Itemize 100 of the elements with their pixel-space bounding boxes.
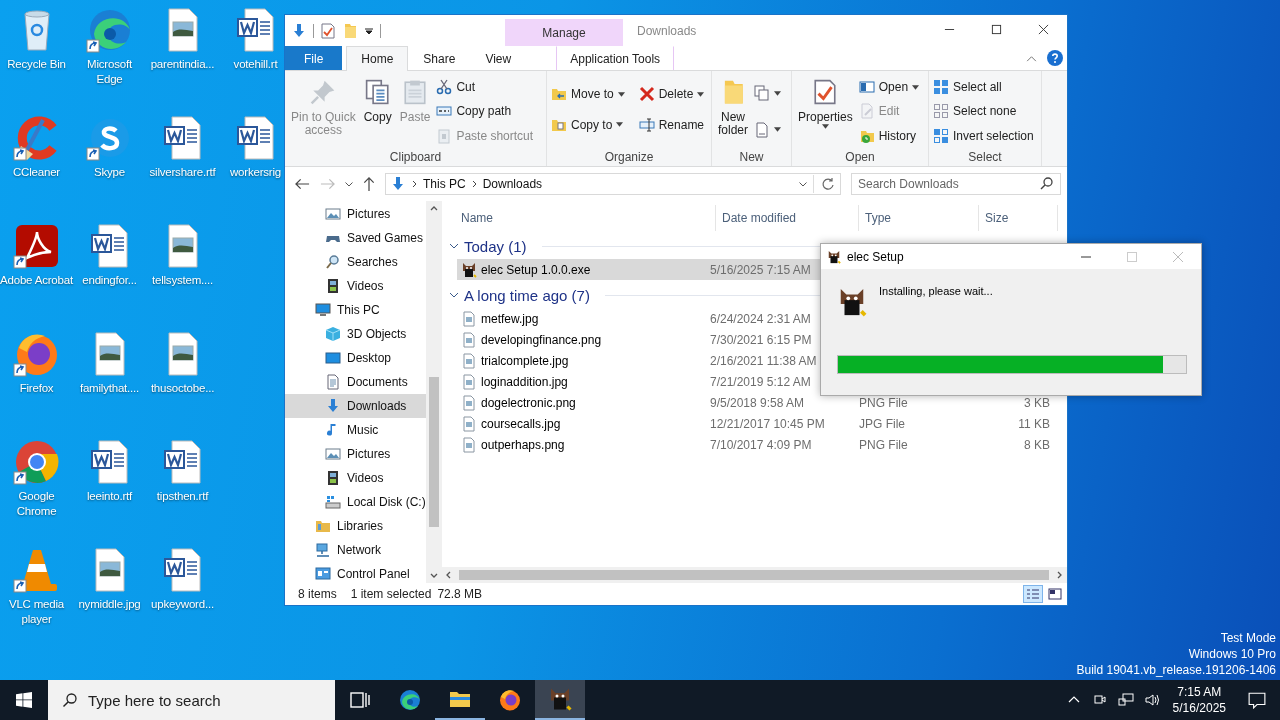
- properties-icon[interactable]: [320, 22, 336, 39]
- download-icon[interactable]: [291, 22, 307, 39]
- ribbon-tab[interactable]: Share: [408, 46, 471, 70]
- ribbon-tab[interactable]: File: [285, 46, 343, 70]
- ribbon-tab[interactable]: Application Tools: [556, 46, 675, 70]
- scrollbar-thumb[interactable]: [459, 570, 1049, 580]
- ribbon-button-label[interactable]: Open: [878, 80, 909, 95]
- navigation-item[interactable]: Videos: [285, 274, 426, 298]
- refresh-icon[interactable]: [820, 176, 836, 192]
- copy-icon[interactable]: [364, 79, 391, 105]
- scissors-icon[interactable]: [436, 79, 453, 96]
- taskbar-button[interactable]: [535, 680, 585, 720]
- search-icon[interactable]: [1039, 176, 1055, 192]
- ribbon-button-label[interactable]: Copy: [363, 111, 392, 124]
- navigation-item[interactable]: Libraries: [285, 514, 426, 538]
- dropdown-arrow-icon[interactable]: [697, 91, 705, 97]
- cat-icon[interactable]: [548, 687, 572, 711]
- navigation-item[interactable]: Local Disk (C:): [285, 490, 426, 514]
- ribbon-button-label[interactable]: Delete: [658, 87, 694, 102]
- delete-icon[interactable]: [638, 86, 655, 103]
- navigation-item[interactable]: Music: [285, 418, 426, 442]
- navigation-item[interactable]: Network: [285, 538, 426, 562]
- file-name: loginaddition.jpg: [481, 374, 568, 389]
- chevron-icon[interactable]: [449, 243, 459, 249]
- clock-date[interactable]: 5/16/2025: [1172, 700, 1226, 716]
- control-panel-icon: [315, 566, 331, 582]
- file-row[interactable]: dogelectronic.png 9/5/2018 9:58 AM PNG File 3 KB: [457, 392, 1058, 413]
- grid-icon[interactable]: [933, 103, 949, 120]
- navigation-item[interactable]: Desktop: [285, 346, 426, 370]
- dropdown-icon[interactable]: [364, 25, 374, 36]
- navigation-item[interactable]: Videos: [285, 466, 426, 490]
- dropdown-arrow-icon[interactable]: [821, 124, 829, 129]
- ribbon-button-label[interactable]: folder: [718, 124, 749, 137]
- back-arrow-icon[interactable]: [295, 178, 310, 190]
- ribbon-button-label[interactable]: Properties: [798, 111, 853, 124]
- file-row[interactable]: trialcomplete.jpg 2/16/2021 11:38 AM: [457, 350, 1058, 371]
- ribbon-button-label[interactable]: Select none: [953, 104, 1017, 119]
- maximize-icon[interactable]: [991, 24, 1002, 35]
- window-icon[interactable]: [858, 79, 875, 96]
- ribbon-button-label[interactable]: Rename: [658, 117, 705, 132]
- file-row[interactable]: coursecalls.jpg 12/21/2017 10:45 PM JPG File 11 KB: [457, 413, 1058, 434]
- group-header[interactable]: A long time ago (7): [464, 286, 590, 304]
- chevron-icon[interactable]: [471, 180, 477, 188]
- ribbon-button-label[interactable]: Invert selection: [953, 128, 1034, 143]
- chrome-icon[interactable]: [12, 438, 61, 486]
- ribbon-button-label[interactable]: History: [878, 128, 917, 143]
- dropdown-arrow-icon[interactable]: [912, 84, 920, 90]
- dropdown-arrow-icon[interactable]: [774, 90, 782, 96]
- acrobat-icon[interactable]: [12, 222, 61, 270]
- ribbon-button-label[interactable]: Copy path: [456, 104, 512, 119]
- file-row[interactable]: loginaddition.jpg 7/21/2019 5:12 AM: [457, 371, 1058, 392]
- file-row[interactable]: metfew.jpg 6/24/2024 2:31 AM: [457, 308, 1058, 329]
- column-header[interactable]: Size: [979, 205, 1058, 231]
- dropdown-arrow-icon[interactable]: [616, 122, 624, 128]
- breadcrumb[interactable]: Downloads: [482, 177, 543, 191]
- dropdown-arrow-icon[interactable]: [774, 127, 782, 133]
- taskbar-search-field[interactable]: Type here to search: [48, 680, 335, 720]
- edge-icon[interactable]: [398, 688, 422, 712]
- navigation-label: Libraries: [337, 519, 384, 533]
- file-name: metfew.jpg: [481, 311, 539, 326]
- grid-icon[interactable]: [933, 79, 949, 96]
- column-header[interactable]: Date modified: [716, 205, 859, 231]
- ribbon-button-label[interactable]: Cut: [456, 80, 476, 95]
- group-header[interactable]: Today (1): [464, 237, 527, 255]
- file-row[interactable]: developingfinance.png 7/30/2021 6:15 PM: [457, 329, 1058, 350]
- breadcrumb[interactable]: This PC: [423, 177, 466, 191]
- close-icon[interactable]: [1038, 24, 1049, 35]
- chevron-icon[interactable]: [449, 292, 459, 298]
- grid-icon[interactable]: [933, 127, 949, 144]
- navigation-item[interactable]: Downloads: [285, 394, 426, 418]
- recent-locations-icon[interactable]: [345, 181, 353, 187]
- navigation-item[interactable]: Searches: [285, 250, 426, 274]
- column-header[interactable]: Type: [859, 205, 979, 231]
- up-arrow-icon[interactable]: [363, 176, 375, 192]
- navigation-item[interactable]: 3D Objects: [285, 322, 426, 346]
- ribbon-tab[interactable]: View: [470, 46, 527, 70]
- ribbon-button-label[interactable]: New: [721, 111, 745, 124]
- column-header[interactable]: Name: [455, 205, 716, 231]
- properties-icon[interactable]: [812, 79, 839, 105]
- ribbon-button-label[interactable]: Copy to: [571, 117, 613, 132]
- rename-icon[interactable]: [638, 116, 655, 133]
- collapse-ribbon-icon[interactable]: [1026, 54, 1037, 62]
- dropdown-arrow-icon[interactable]: [617, 91, 625, 97]
- ribbon-tab[interactable]: Home: [346, 46, 409, 71]
- help-icon[interactable]: [1047, 50, 1063, 66]
- navigation-item[interactable]: Pictures: [285, 442, 426, 466]
- firefox-icon[interactable]: [498, 688, 522, 712]
- scrollbar-thumb[interactable]: [428, 377, 439, 527]
- chevron-icon[interactable]: [412, 180, 417, 188]
- navigation-item[interactable]: Saved Games: [285, 226, 426, 250]
- navigation-item[interactable]: Documents: [285, 370, 426, 394]
- search-field[interactable]: Search Downloads: [851, 173, 1061, 195]
- navigation-item[interactable]: This PC: [285, 298, 426, 322]
- address-bar[interactable]: This PC Downloads: [385, 173, 841, 195]
- file-row[interactable]: outperhaps.png 7/10/2017 4:09 PM PNG File 8 KB: [457, 434, 1058, 455]
- clock-time[interactable]: 7:15 AM: [1177, 684, 1222, 700]
- ribbon-button-label[interactable]: Select all: [953, 80, 1002, 95]
- ribbon-button-label[interactable]: Move to: [571, 87, 614, 102]
- navigation-item[interactable]: Pictures: [285, 202, 426, 226]
- navigation-item[interactable]: Control Panel: [285, 562, 426, 586]
